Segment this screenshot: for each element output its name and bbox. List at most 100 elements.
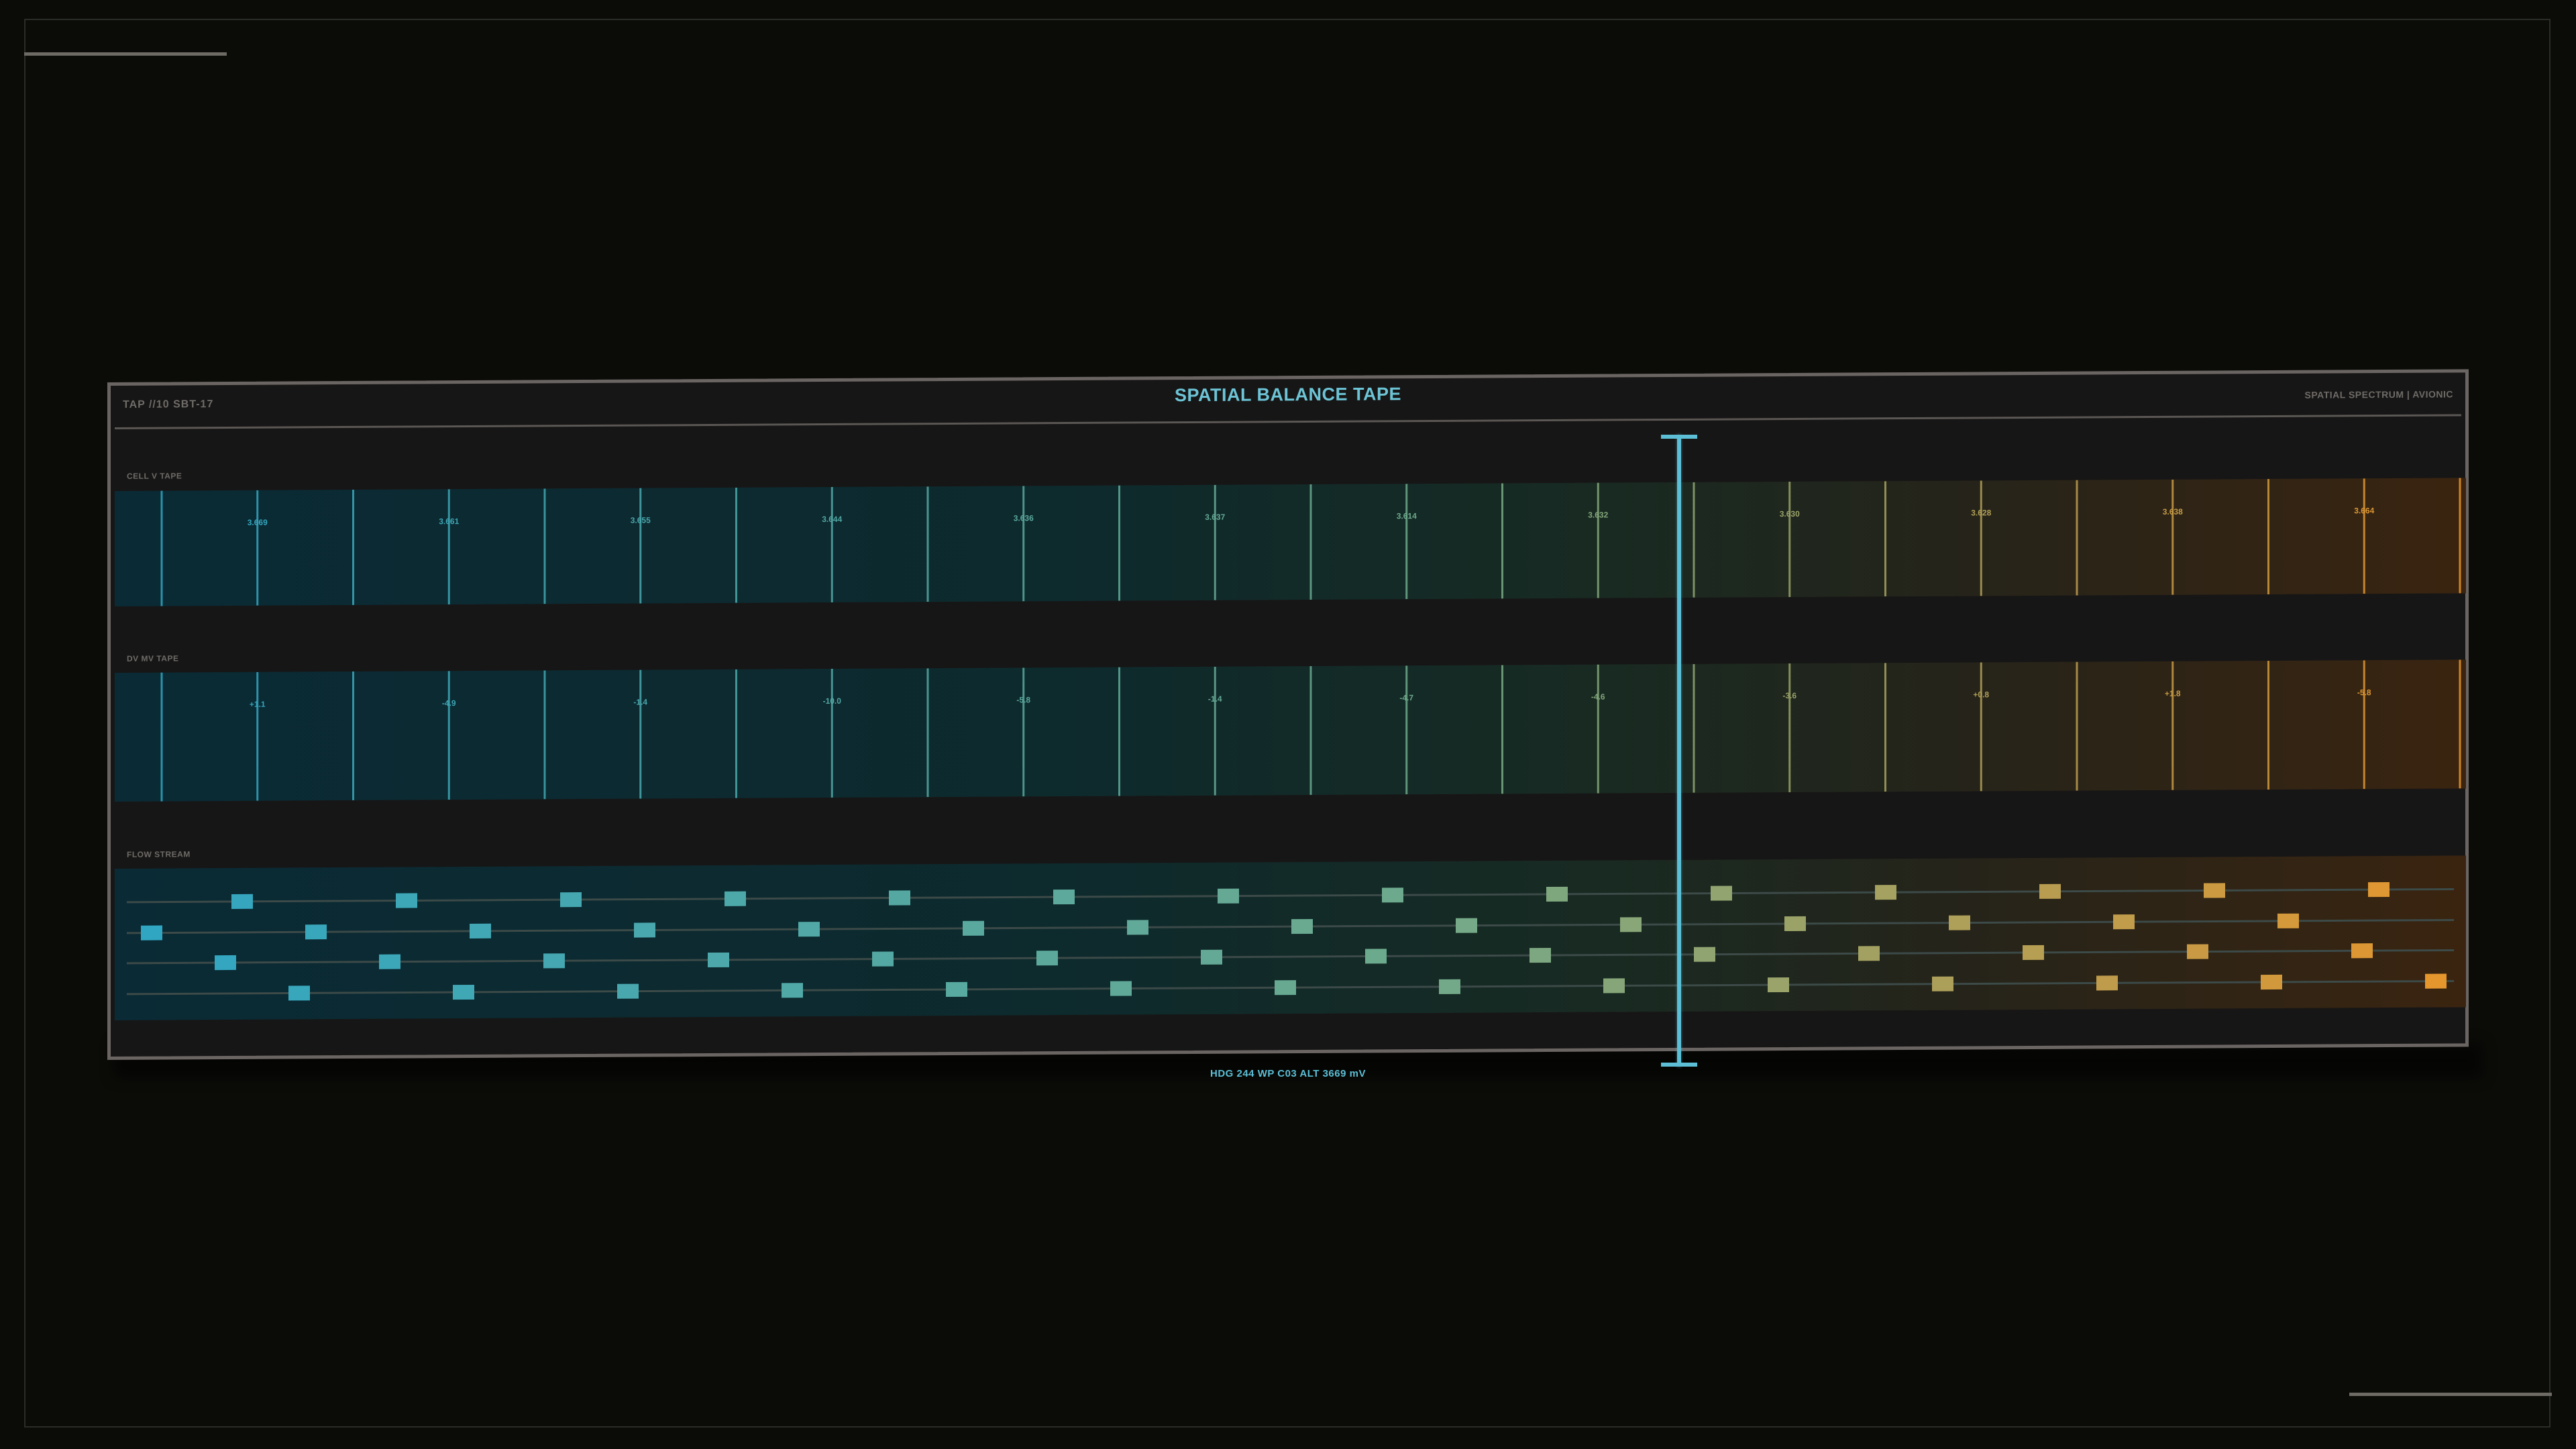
flow-packet bbox=[617, 983, 639, 999]
flow-packet bbox=[889, 890, 910, 906]
flow-packet bbox=[2204, 883, 2225, 898]
flow-packet bbox=[1768, 977, 1789, 993]
dv-value-label: -4.9 bbox=[442, 698, 456, 708]
flow-packet bbox=[2023, 945, 2044, 961]
flow-packet bbox=[1439, 979, 1460, 994]
cell-v-value-label: 3.632 bbox=[1588, 511, 1608, 520]
flow-packet bbox=[1291, 918, 1313, 934]
flow-packet bbox=[963, 920, 984, 936]
cell-v-value-label: 3.669 bbox=[248, 518, 268, 527]
flow-packet bbox=[2096, 975, 2118, 991]
cell-v-value-label: 3.630 bbox=[1780, 509, 1800, 519]
cell-v-band-label: CELL V TAPE bbox=[127, 471, 182, 481]
dv-value-label: -10.0 bbox=[823, 696, 842, 706]
flow-packet bbox=[1858, 946, 1880, 961]
dv-value-label: -4.6 bbox=[1591, 692, 1605, 702]
flow-packet bbox=[305, 924, 327, 940]
flow-packet bbox=[1036, 951, 1058, 966]
flow-packet bbox=[2351, 943, 2373, 959]
dv-value-label: -1.4 bbox=[633, 698, 647, 707]
flow-packet bbox=[215, 955, 236, 971]
flow-packet bbox=[288, 985, 310, 1001]
flow-packet bbox=[1382, 888, 1403, 903]
dv-band-label: dV mV TAPE bbox=[127, 653, 179, 663]
dv-value-label: -5.8 bbox=[1016, 695, 1030, 704]
header-divider bbox=[115, 414, 2461, 429]
flow-packet bbox=[1875, 885, 1896, 900]
flow-packet bbox=[2277, 913, 2299, 928]
cell-v-value-label: 3.655 bbox=[631, 515, 651, 525]
flow-packet bbox=[1932, 976, 1953, 991]
spatial-cursor[interactable] bbox=[1677, 435, 1681, 1067]
flow-packet bbox=[1053, 889, 1075, 905]
flow-packet bbox=[2039, 883, 2061, 899]
flow-stream-graphic bbox=[127, 881, 2454, 1001]
flow-packet bbox=[470, 923, 491, 938]
flow-packet bbox=[1529, 947, 1551, 963]
flow-packet bbox=[1711, 885, 1732, 901]
dv-tape-graphic: +1.1 -4.9 -1.4 -10.0 -5.8 -1.4 -4.7 -4.6 -3.6 +0.… bbox=[160, 659, 2461, 802]
flow-packet bbox=[560, 892, 582, 908]
scene: TAP //10 SBT-17 SPATIAL BALANCE TAPE SPA… bbox=[0, 0, 2576, 1449]
flow-lane-line bbox=[127, 888, 2454, 904]
dv-value-label: -5.8 bbox=[2357, 688, 2371, 697]
flow-packet bbox=[2368, 881, 2390, 898]
flow-packet bbox=[1949, 915, 1970, 930]
flow-packet bbox=[2113, 914, 2135, 930]
flow-packet bbox=[1201, 949, 1222, 965]
flow-packet bbox=[1218, 888, 1239, 904]
flow-packet bbox=[634, 922, 655, 938]
flow-packet bbox=[1127, 920, 1148, 935]
cell-v-value-label: 3.628 bbox=[1971, 508, 1991, 517]
dv-value-label: -3.6 bbox=[1782, 691, 1796, 700]
dv-tape[interactable]: +1.1 -4.9 -1.4 -10.0 -5.8 -1.4 -4.7 -4.6 -3.6 +0.… bbox=[115, 659, 2466, 802]
flow-packet bbox=[708, 952, 729, 968]
flow-packet bbox=[872, 951, 894, 967]
flow-packet bbox=[1694, 947, 1715, 962]
flow-lane-line bbox=[127, 949, 2454, 965]
flow-packet bbox=[141, 925, 162, 941]
flow-packet bbox=[1784, 916, 1806, 932]
dv-value-label: +1.1 bbox=[250, 700, 266, 709]
flow-packet bbox=[453, 984, 474, 1000]
flow-stream[interactable] bbox=[115, 855, 2466, 1020]
cursor-cap-bottom[interactable] bbox=[1661, 1063, 1697, 1067]
cell-v-value-label: 3.637 bbox=[1205, 513, 1225, 522]
flow-packet bbox=[2261, 974, 2282, 990]
flow-packet bbox=[2187, 944, 2208, 959]
flow-packet bbox=[231, 894, 253, 909]
flow-packet bbox=[782, 983, 803, 998]
panel-subtitle: SPATIAL SPECTRUM | AVIONIC bbox=[2304, 388, 2453, 400]
cell-v-value-label: 3.638 bbox=[2163, 507, 2183, 517]
balance-tape-panel: TAP //10 SBT-17 SPATIAL BALANCE TAPE SPA… bbox=[107, 369, 2469, 1061]
flow-packet bbox=[1110, 981, 1132, 996]
panel-title: SPATIAL BALANCE TAPE bbox=[1174, 384, 1401, 406]
flow-packet bbox=[1603, 978, 1625, 994]
cursor-cap-top[interactable] bbox=[1661, 435, 1697, 439]
cell-v-value-label: 3.664 bbox=[2354, 506, 2374, 515]
flow-packet bbox=[1456, 918, 1477, 933]
cell-v-value-label: 3.614 bbox=[1397, 511, 1417, 521]
dv-value-label: +1.8 bbox=[2165, 689, 2181, 698]
flow-packet bbox=[1546, 886, 1568, 902]
flow-band-label: FLOW STREAM bbox=[127, 849, 191, 859]
flow-packet bbox=[396, 893, 417, 908]
cell-v-tape-graphic: 3.669 3.661 3.655 3.644 3.636 3.637 3.614 3.632… bbox=[160, 478, 2461, 606]
dv-value-label: +0.8 bbox=[1973, 690, 1989, 699]
flow-packet bbox=[1275, 980, 1296, 996]
dv-value-label: -1.4 bbox=[1208, 694, 1222, 704]
flow-packet bbox=[2425, 973, 2447, 989]
flow-packet bbox=[1365, 949, 1387, 964]
cell-v-tape[interactable]: 3.669 3.661 3.655 3.644 3.636 3.637 3.614 3.632… bbox=[115, 478, 2466, 606]
flow-packet bbox=[1620, 917, 1642, 932]
flow-packet bbox=[543, 953, 565, 969]
cell-v-value-label: 3.636 bbox=[1014, 513, 1034, 523]
flow-packet bbox=[946, 981, 967, 998]
cell-v-value-label: 3.644 bbox=[822, 515, 842, 524]
flow-packet bbox=[798, 922, 820, 937]
dv-value-label: -4.7 bbox=[1399, 693, 1413, 702]
flow-packet bbox=[724, 891, 746, 906]
cell-v-value-label: 3.661 bbox=[439, 517, 459, 526]
cursor-readout: HDG 244 WP C03 ALT 3669 mV bbox=[1210, 1068, 1366, 1079]
flow-packet bbox=[379, 954, 400, 969]
